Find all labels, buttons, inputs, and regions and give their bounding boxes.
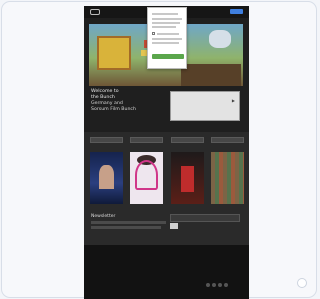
video-player[interactable]: ▶ xyxy=(170,91,240,121)
film-poster[interactable] xyxy=(90,152,123,204)
youtube-icon[interactable] xyxy=(224,283,228,287)
newsletter-text-line xyxy=(91,221,166,224)
section-button[interactable] xyxy=(90,137,123,143)
instagram-icon[interactable] xyxy=(218,283,222,287)
section-button[interactable] xyxy=(210,137,244,143)
newsletter-heading: Newsletter xyxy=(91,214,116,219)
poster-figure xyxy=(135,160,159,190)
facebook-icon[interactable] xyxy=(206,283,210,287)
section-buttons xyxy=(90,137,244,143)
popup-text-line xyxy=(152,22,180,24)
hero-ground xyxy=(181,64,241,86)
accept-button[interactable] xyxy=(152,54,184,59)
newsletter-text-line xyxy=(91,226,161,229)
floating-action-button[interactable] xyxy=(297,278,307,288)
popup-text-line xyxy=(152,42,179,44)
social-icons xyxy=(206,283,228,287)
welcome-line: Sorsum Film Bunch xyxy=(91,107,136,112)
site-logo[interactable] xyxy=(90,9,100,15)
poster-figure xyxy=(180,166,194,192)
consent-checkbox[interactable] xyxy=(152,32,155,35)
popup-text-line xyxy=(152,38,182,40)
film-poster[interactable] xyxy=(170,152,204,204)
welcome-heading: Welcome to the Bunch Germany and Sorsum … xyxy=(91,89,171,113)
newsletter-email-input[interactable] xyxy=(170,214,240,222)
hero-poster xyxy=(97,36,131,70)
checkbox-label-line xyxy=(157,33,179,35)
poster-figure xyxy=(99,165,114,189)
popup-title-line xyxy=(152,13,178,15)
popup-text-line xyxy=(152,18,182,20)
cookie-consent-popup xyxy=(147,7,187,69)
film-poster[interactable] xyxy=(210,152,244,204)
site-footer xyxy=(84,245,249,299)
twitter-icon[interactable] xyxy=(212,283,216,287)
film-poster[interactable] xyxy=(130,152,164,204)
nav-cta-button[interactable] xyxy=(230,9,243,14)
section-button[interactable] xyxy=(130,137,164,143)
play-icon[interactable]: ▶ xyxy=(232,98,235,103)
film-posters xyxy=(90,152,244,204)
hero-sky-object xyxy=(209,30,231,48)
newsletter-submit-button[interactable] xyxy=(170,223,178,229)
section-button[interactable] xyxy=(170,137,204,143)
popup-text-line xyxy=(152,26,176,28)
